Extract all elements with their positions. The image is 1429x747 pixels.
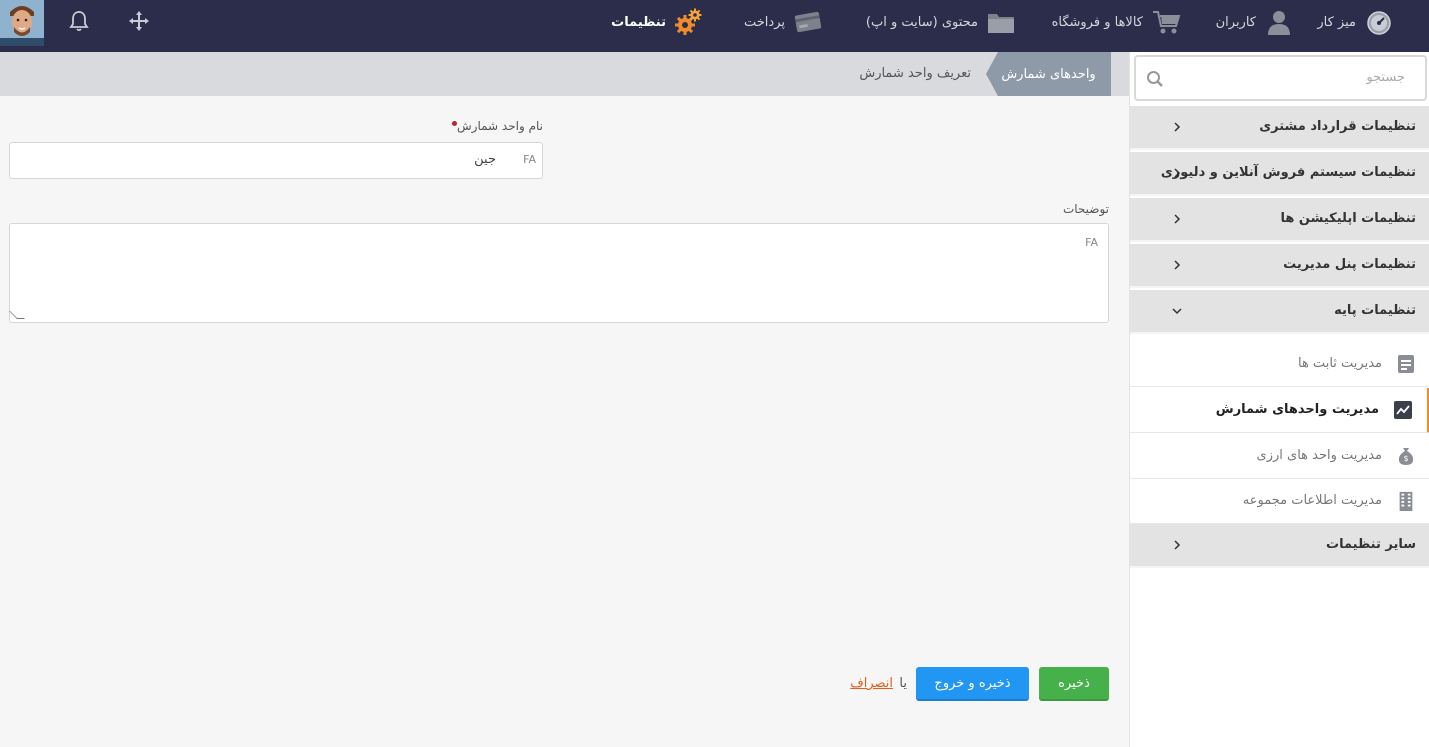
sidebar-group-other-settings[interactable]: سایر تنظیمات — [1130, 524, 1429, 568]
sidebar-group-admin-panel[interactable]: تنظیمات پنل مدیریت — [1130, 244, 1429, 288]
sidebar-item-counting-units[interactable]: مدیریت واحدهای شمارش — [1130, 388, 1429, 433]
save-button[interactable]: ذخیره — [1039, 667, 1109, 701]
chevron-right-icon — [1174, 168, 1181, 178]
sidebar-group-base-settings[interactable]: تنظیمات پایه — [1130, 290, 1429, 334]
breadcrumb-current: تعریف واحد شمارش — [859, 66, 971, 81]
nav-settings[interactable]: تنظیمات — [611, 0, 704, 44]
nav-products-store[interactable]: کالاها و فروشگاه — [1052, 0, 1181, 44]
sidebar-group-label: تنظیمات اپلیکیشن ها — [1280, 211, 1416, 226]
sidebar-group-label: تنظیمات پایه — [1334, 303, 1416, 318]
unit-name-label: نام واحد شمارش — [448, 119, 543, 133]
nav-payment[interactable]: پرداخت — [744, 0, 823, 44]
sidebar-item-label: مدیریت اطلاعات مجموعه — [1242, 493, 1382, 508]
sidebar-item-currency-units[interactable]: $ مدیریت واحد های ارزی — [1130, 434, 1429, 479]
sidebar-group-label: تنظیمات سیستم فروش آنلاین و دلیوری — [1160, 165, 1416, 180]
breadcrumb: واحدهای شمارش تعریف واحد شمارش — [0, 52, 1129, 96]
nav-payment-label: پرداخت — [744, 14, 785, 30]
chevron-right-icon — [1174, 214, 1181, 224]
chevron-right-icon — [1174, 122, 1181, 132]
sidebar-group-label: تنظیمات قرارداد مشتری — [1259, 119, 1416, 134]
sidebar-group-customer-contract[interactable]: تنظیمات قرارداد مشتری — [1130, 106, 1429, 150]
description-textarea[interactable]: FA — [9, 223, 1109, 323]
move-crosshair-icon — [129, 11, 149, 31]
sidebar-group-applications[interactable]: تنظیمات اپلیکیشن ها — [1130, 198, 1429, 242]
sidebar-item-label: مدیریت واحد های ارزی — [1256, 448, 1382, 463]
sidebar-item-company-info[interactable]: مدیریت اطلاعات مجموعه — [1130, 479, 1429, 524]
or-text: یا — [899, 676, 907, 691]
sidebar-group-online-sales[interactable]: تنظیمات سیستم فروش آنلاین و دلیوری — [1130, 152, 1429, 196]
svg-text:$: $ — [1403, 454, 1408, 463]
sidebar-item-label: مدیریت واحدهای شمارش — [1215, 402, 1379, 417]
money-bag-icon: $ — [1398, 448, 1414, 465]
folder-icon — [986, 7, 1016, 37]
bell-icon — [69, 11, 89, 32]
description-label: توضیحات — [1062, 202, 1109, 216]
sidebar-item-label: مدیریت ثابت ها — [1297, 356, 1382, 371]
nav-users-label: کاربران — [1215, 14, 1256, 30]
nav-dashboard-label: میز کار — [1317, 14, 1356, 30]
nav-content-label: محتوی (سایت و اپ) — [865, 14, 978, 30]
building-icon — [1399, 491, 1413, 511]
user-icon — [1264, 7, 1294, 37]
unit-name-label-text: نام واحد شمارش — [457, 119, 543, 133]
credit-card-icon — [793, 7, 823, 37]
sidebar-item-constants[interactable]: مدیریت ثابت ها — [1130, 342, 1429, 387]
chevron-right-icon — [1174, 540, 1181, 550]
search-icon — [1147, 71, 1163, 87]
chevron-right-icon — [1174, 260, 1181, 270]
chart-line-icon — [1394, 401, 1412, 419]
move-crosshair-button[interactable] — [124, 6, 154, 36]
sidebar-group-label: سایر تنظیمات — [1326, 537, 1416, 552]
avatar[interactable] — [0, 0, 44, 46]
breadcrumb-parent[interactable]: واحدهای شمارش — [986, 52, 1111, 96]
nav-users[interactable]: کاربران — [1216, 0, 1294, 44]
nav-content[interactable]: محتوی (سایت و اپ) — [866, 0, 1016, 44]
nav-settings-label: تنظیمات — [611, 14, 666, 30]
gears-icon — [674, 7, 704, 37]
top-navigation-bar: میز کار کاربران کالاها و فروشگاه محتوی (… — [0, 0, 1429, 52]
unit-name-value: جین — [474, 152, 496, 167]
cancel-link[interactable]: انصراف — [850, 676, 893, 691]
form-icon — [1398, 355, 1414, 373]
unit-name-input[interactable]: FA جین — [9, 142, 543, 179]
chevron-down-icon — [1172, 308, 1182, 315]
notifications-button[interactable] — [64, 6, 94, 36]
form-area: نام واحد شمارش FA جین توضیحات FA ذخیره ذ… — [0, 96, 1129, 747]
nav-products-store-label: کالاها و فروشگاه — [1051, 14, 1143, 30]
dashboard-gauge-icon — [1364, 7, 1394, 37]
save-and-exit-button[interactable]: ذخیره و خروج — [916, 667, 1029, 701]
resize-handle[interactable] — [9, 311, 25, 319]
description-lang-tag: FA — [1085, 236, 1098, 249]
nav-dashboard[interactable]: میز کار — [1317, 0, 1394, 44]
unit-name-lang-tag: FA — [523, 153, 536, 166]
search-placeholder: جستجو — [1366, 70, 1405, 85]
cart-icon — [1151, 7, 1181, 37]
sidebar-group-label: تنظیمات پنل مدیریت — [1283, 257, 1416, 272]
settings-sidebar: جستجو تنظیمات قرارداد مشتری تنظیمات سیست… — [1129, 52, 1429, 747]
sidebar-search-input[interactable]: جستجو — [1134, 55, 1427, 101]
